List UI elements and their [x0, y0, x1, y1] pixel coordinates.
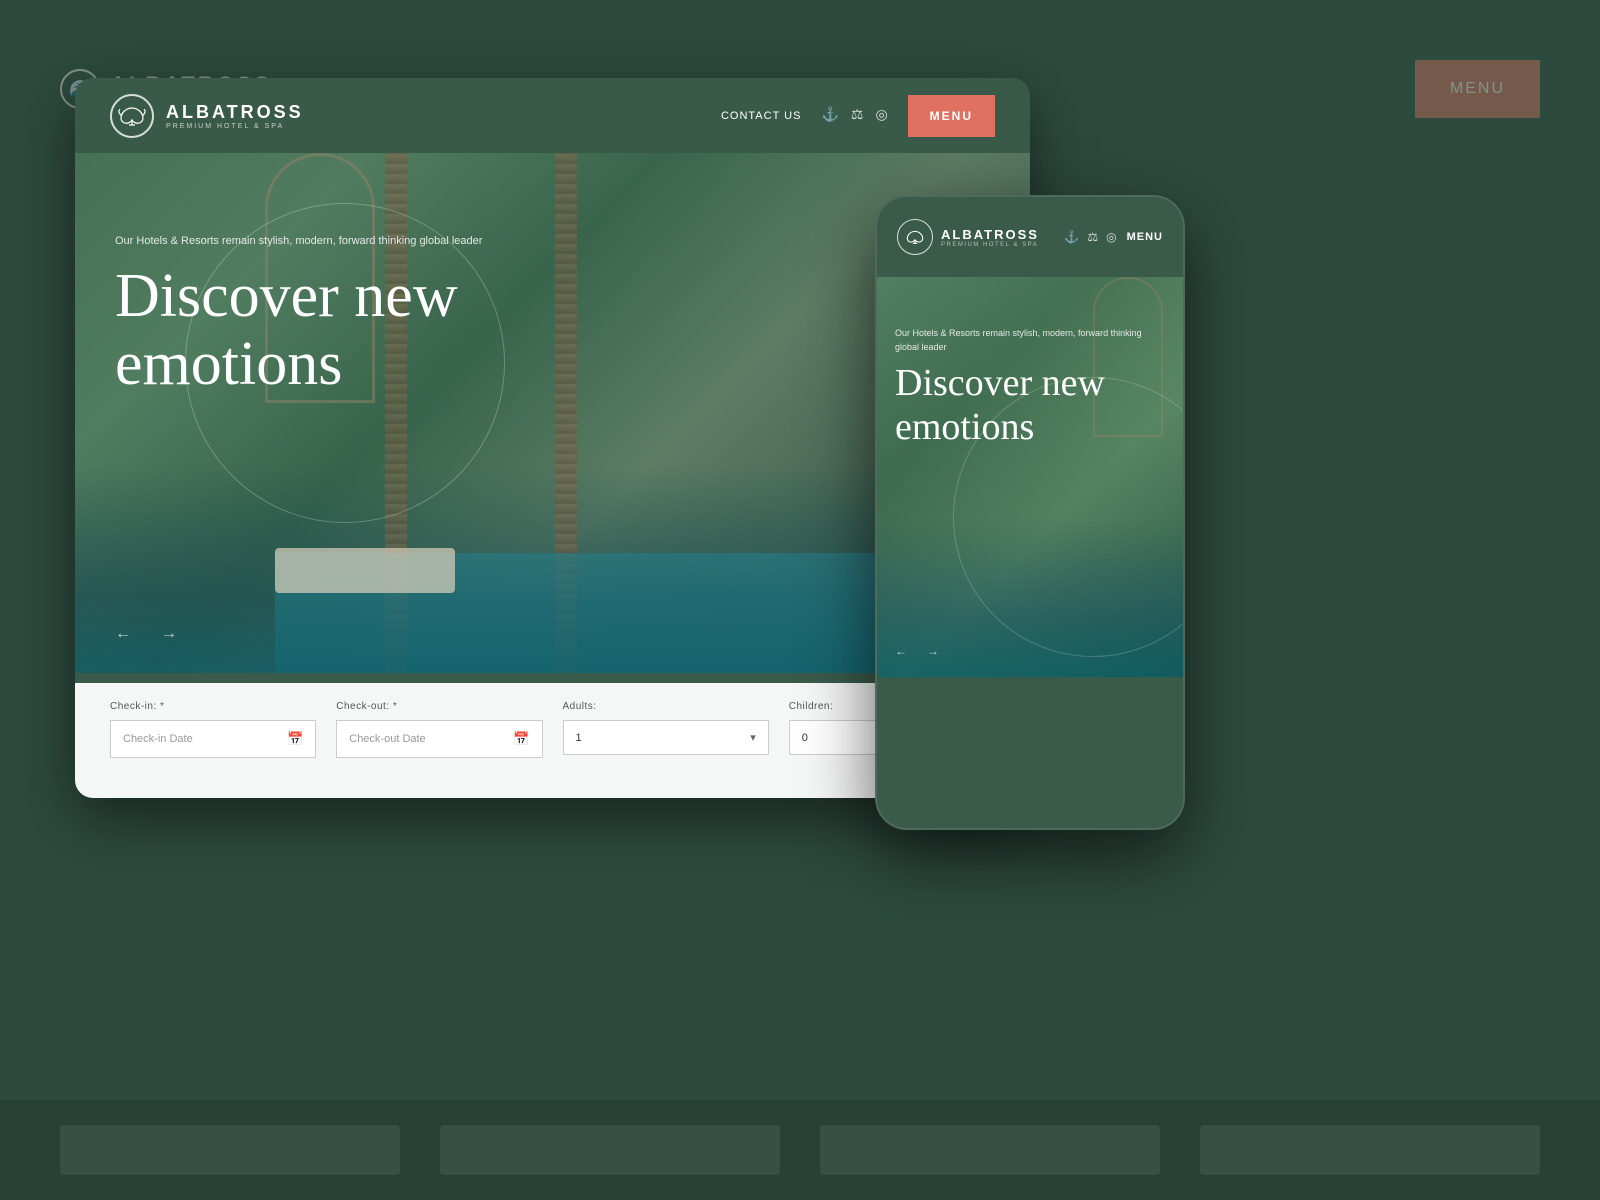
- bg-field-1: [60, 1125, 400, 1175]
- bg-field-4: [1200, 1125, 1540, 1175]
- mobile-hero-title: Discover new emotions: [895, 362, 1165, 449]
- mobile-next-arrow[interactable]: →: [927, 644, 939, 659]
- mobile-logo: ALBATROSS PREMIUM HOTEL & SPA: [897, 219, 1039, 255]
- checkout-field: Check-out: * Check-out Date 📅: [336, 701, 542, 758]
- adults-label: Adults:: [563, 701, 769, 712]
- instagram-icon[interactable]: ◎: [875, 107, 887, 124]
- mobile-mockup: ALBATROSS PREMIUM HOTEL & SPA ⚓ ⚖ ◎ MENU: [875, 195, 1185, 830]
- adults-field: Adults: 1 ▾: [563, 701, 769, 755]
- mobile-navigation: ALBATROSS PREMIUM HOTEL & SPA ⚓ ⚖ ◎ MENU: [877, 197, 1183, 277]
- checkin-placeholder: Check-in Date: [123, 733, 193, 745]
- desktop-navigation: ALBATROSS PREMIUM HOTEL & SPA CONTACT US…: [75, 78, 1030, 153]
- checkin-input[interactable]: Check-in Date 📅: [110, 720, 316, 758]
- adults-select[interactable]: 1 ▾: [563, 720, 769, 755]
- checkout-calendar-icon: 📅: [513, 731, 529, 747]
- adults-value: 1: [576, 732, 582, 744]
- checkin-calendar-icon: 📅: [287, 731, 303, 747]
- adults-chevron-icon: ▾: [750, 731, 756, 744]
- logo-text: ALBATROSS PREMIUM HOTEL & SPA: [166, 102, 304, 130]
- tripadvisor-icon[interactable]: ⚖: [851, 107, 864, 124]
- mobile-tripadvisor-icon[interactable]: ⚖: [1087, 230, 1098, 245]
- mobile-hero-title-line2: emotions: [895, 406, 1034, 448]
- hero-title: Discover new emotions: [115, 262, 482, 398]
- mobile-hero-subtitle: Our Hotels & Resorts remain stylish, mod…: [895, 327, 1165, 354]
- mobile-menu-button[interactable]: MENU: [1127, 231, 1163, 243]
- mobile-social-icons: ⚓ ⚖ ◎: [1064, 230, 1116, 245]
- bg-bottom-bar: [0, 1100, 1600, 1200]
- foursquare-icon[interactable]: ⚓: [821, 107, 838, 124]
- mobile-hero-title-line1: Discover new: [895, 362, 1105, 404]
- mobile-hero-background: Our Hotels & Resorts remain stylish, mod…: [877, 277, 1183, 677]
- mobile-hero-area: Our Hotels & Resorts remain stylish, mod…: [877, 277, 1183, 677]
- contact-us-link[interactable]: CONTACT US: [721, 110, 802, 122]
- social-icons: ⚓ ⚖ ◎: [821, 107, 887, 124]
- mobile-foursquare-icon[interactable]: ⚓: [1064, 230, 1079, 245]
- desktop-logo: ALBATROSS PREMIUM HOTEL & SPA: [110, 94, 304, 138]
- hero-title-line1: Discover new: [115, 262, 458, 330]
- bg-field-2: [440, 1125, 780, 1175]
- prev-arrow[interactable]: ←: [115, 625, 131, 643]
- hero-subtitle: Our Hotels & Resorts remain stylish, mod…: [115, 233, 482, 250]
- hero-title-line2: emotions: [115, 330, 342, 398]
- bg-field-3: [820, 1125, 1160, 1175]
- logo-circle-icon: [110, 94, 154, 138]
- nav-right-section: CONTACT US ⚓ ⚖ ◎ MENU: [721, 95, 995, 137]
- mobile-hero-arrows: ← →: [895, 644, 939, 659]
- mobile-hero-text: Our Hotels & Resorts remain stylish, mod…: [895, 327, 1165, 449]
- mobile-logo-circle-icon: [897, 219, 933, 255]
- hero-text-block: Our Hotels & Resorts remain stylish, mod…: [115, 233, 482, 398]
- checkout-placeholder: Check-out Date: [349, 733, 425, 745]
- bg-menu-button: MENU: [1415, 60, 1540, 118]
- checkout-input[interactable]: Check-out Date 📅: [336, 720, 542, 758]
- next-arrow[interactable]: →: [161, 625, 177, 643]
- background-layer: 🌊 ALBATROSS PREMIUM HOTEL & SPA MENU: [0, 0, 1600, 1200]
- mobile-instagram-icon[interactable]: ◎: [1106, 230, 1116, 245]
- checkin-field: Check-in: * Check-in Date 📅: [110, 701, 316, 758]
- children-value: 0: [802, 732, 808, 744]
- mobile-prev-arrow[interactable]: ←: [895, 644, 907, 659]
- daybed-furniture: [275, 548, 455, 593]
- menu-button[interactable]: MENU: [908, 95, 995, 137]
- checkout-label: Check-out: *: [336, 701, 542, 712]
- checkin-label: Check-in: *: [110, 701, 316, 712]
- mobile-nav-right: ⚓ ⚖ ◎ MENU: [1064, 230, 1163, 245]
- mobile-logo-text: ALBATROSS PREMIUM HOTEL & SPA: [941, 227, 1039, 248]
- hero-nav-arrows: ← →: [115, 625, 177, 643]
